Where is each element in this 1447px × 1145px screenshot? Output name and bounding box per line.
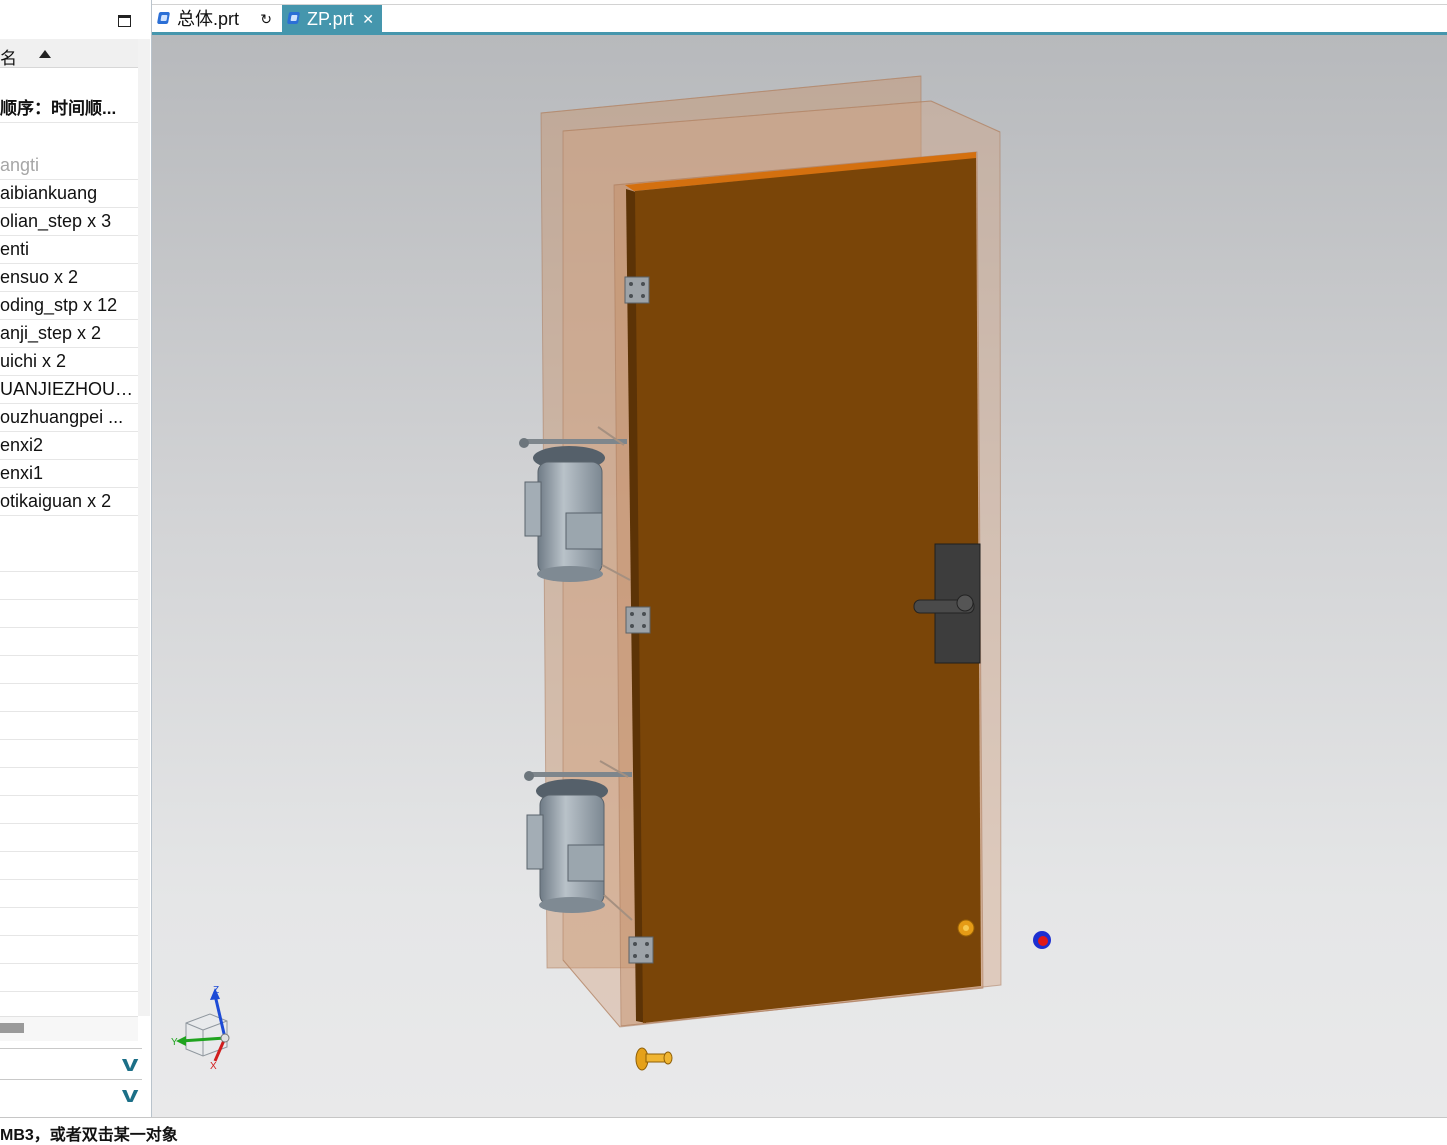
tree-node[interactable]: 顺序：时间顺... (0, 95, 138, 123)
tab-label: ZP.prt (307, 9, 354, 29)
door-slab (625, 152, 981, 1023)
empty-tree-row (0, 684, 138, 712)
status-prompt: MB3，或者双击某一对象 (0, 1127, 178, 1144)
empty-tree-row (0, 936, 138, 964)
empty-tree-row (0, 964, 138, 992)
empty-tree-row (0, 740, 138, 768)
chevron-down-icon[interactable]: v (122, 1051, 139, 1077)
empty-tree-row (0, 908, 138, 936)
tree-column-header[interactable]: 名 (0, 39, 138, 68)
close-icon[interactable]: ✕ (362, 5, 374, 33)
empty-tree-row (0, 880, 138, 908)
tab-zp-prt[interactable]: ZP.prt ✕ (282, 5, 382, 33)
origin-marker (1033, 931, 1051, 949)
tree-node[interactable]: enxi1 (0, 460, 138, 488)
empty-tree-row (0, 796, 138, 824)
tree-node[interactable]: oding_stp x 12 (0, 292, 138, 320)
empty-tree-row (0, 656, 138, 684)
axis-x-label: X (210, 1061, 217, 1072)
tree-node[interactable]: otikaiguan x 2 (0, 488, 138, 516)
empty-tree-row (0, 712, 138, 740)
sensor-marker (957, 919, 975, 937)
tree-node[interactable]: UANJIEZHOUC... (0, 376, 138, 404)
part-file-icon (156, 12, 171, 24)
view-triad[interactable]: Z Y X (171, 985, 230, 1072)
axis-y-label: Y (171, 1037, 178, 1048)
refresh-icon[interactable]: ↻ (260, 5, 272, 33)
axis-z-label: Z (213, 985, 219, 996)
tab-zongti-prt[interactable]: 总体.prt ↻ (152, 5, 280, 33)
navigator-titlebar (0, 0, 151, 38)
column-name-label: 名 (0, 49, 17, 68)
tree-node[interactable]: uichi x 2 (0, 348, 138, 376)
horizontal-scroll-thumb[interactable] (0, 1023, 24, 1033)
pin-marker (635, 1047, 673, 1071)
empty-tree-row (0, 572, 138, 600)
chevron-down-icon[interactable]: v (122, 1082, 139, 1108)
details-section[interactable]: v (0, 1079, 142, 1109)
tree-node[interactable]: anji_step x 2 (0, 320, 138, 348)
tree-node[interactable]: ouzhuangpei ... (0, 404, 138, 432)
tree-node[interactable]: olian_step x 3 (0, 208, 138, 236)
tree-node[interactable]: aibiankuang (0, 180, 138, 208)
model-scene: Z Y X (171, 75, 1051, 1072)
graphics-viewport[interactable]: Z Y X (152, 35, 1447, 1117)
empty-tree-row (0, 544, 138, 572)
dependencies-section[interactable]: v (0, 1048, 142, 1078)
part-navigator: 名 顺序：时间顺... angti aibiankuang olian_step x … (0, 0, 152, 1117)
tree-body: 顺序：时间顺... angti aibiankuang olian_step x 3e… (0, 68, 138, 1016)
navigator-horizontal-scrollbar[interactable] (0, 1016, 138, 1041)
file-tab-bar: 总体.prt ↻ ZP.prt ✕ (152, 4, 1447, 34)
empty-tree-row (0, 992, 138, 1016)
maximize-icon[interactable] (118, 15, 131, 27)
hinge (628, 936, 654, 964)
empty-tree-row (0, 824, 138, 852)
empty-tree-row (0, 768, 138, 796)
tab-label: 总体.prt (177, 9, 240, 29)
navigator-vertical-scrollbar[interactable] (138, 39, 150, 1016)
hinge (624, 276, 650, 304)
empty-tree-row (0, 852, 138, 880)
hinge (625, 606, 651, 634)
tree-node[interactable]: angti (0, 152, 138, 180)
tree-node[interactable]: enti (0, 236, 138, 264)
empty-tree-row (0, 600, 138, 628)
status-bar: MB3，或者双击某一对象 (0, 1117, 1447, 1144)
sort-ascending-icon[interactable] (39, 50, 51, 58)
door-face (635, 158, 981, 1023)
part-file-icon (286, 12, 301, 24)
tree-node[interactable]: ensuo x 2 (0, 264, 138, 292)
empty-tree-row (0, 628, 138, 656)
tree-node[interactable]: enxi2 (0, 432, 138, 460)
